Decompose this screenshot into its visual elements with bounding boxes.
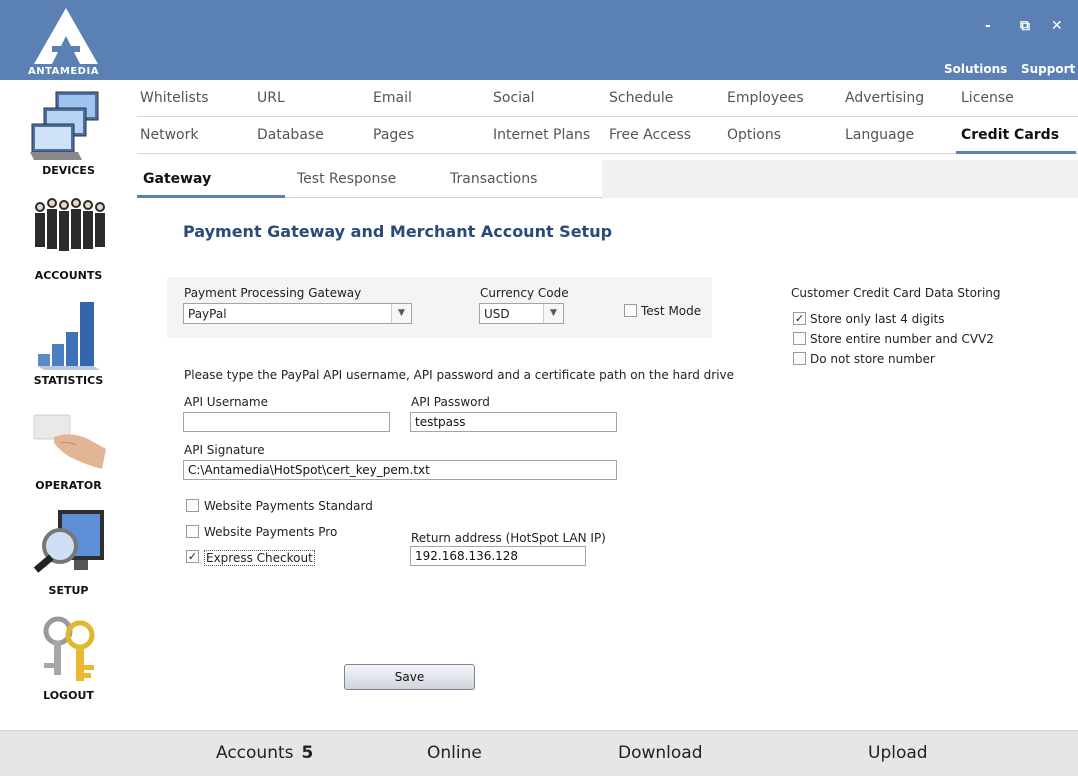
test-mode-checkbox[interactable] xyxy=(624,304,637,317)
menu-item-license[interactable]: License xyxy=(961,90,1014,106)
sidebar-item-label: SETUP xyxy=(48,584,89,597)
tab-test-response[interactable]: Test Response xyxy=(297,171,396,187)
menu-item-whitelists[interactable]: Whitelists xyxy=(140,90,209,106)
website-payments-pro-checkbox[interactable] xyxy=(186,525,199,538)
sidebar-item-devices[interactable]: DEVICES xyxy=(0,80,137,185)
store-entire-checkbox[interactable] xyxy=(793,332,806,345)
api-password-input[interactable] xyxy=(410,412,617,432)
website-payments-standard-checkbox[interactable] xyxy=(186,499,199,512)
upload-status: Upload xyxy=(868,743,928,763)
sidebar-item-label: OPERATOR xyxy=(35,479,102,492)
download-status: Download xyxy=(618,743,703,763)
sidebar-item-statistics[interactable]: STATISTICS xyxy=(0,290,137,395)
api-password-label: API Password xyxy=(411,395,490,409)
app-window: ANTAMEDIA - ⧉ ✕ Solutions Support DEVICE… xyxy=(0,0,1078,776)
active-menu-indicator xyxy=(956,151,1076,154)
express-checkout-label: Express Checkout xyxy=(204,550,315,566)
store-last4-label: Store only last 4 digits xyxy=(810,312,945,326)
menu-item-free-access[interactable]: Free Access xyxy=(609,127,691,143)
website-payments-standard-label: Website Payments Standard xyxy=(204,499,373,513)
menu-item-advertising[interactable]: Advertising xyxy=(845,90,924,106)
chevron-down-icon: ▼ xyxy=(543,304,563,323)
people-icon xyxy=(35,198,105,251)
monitor-magnifier-icon xyxy=(33,510,104,573)
store-entire-label: Store entire number and CVV2 xyxy=(810,332,994,346)
restore-button[interactable]: ⧉ xyxy=(1020,18,1030,34)
chevron-down-icon: ▼ xyxy=(391,304,411,323)
menu-item-options[interactable]: Options xyxy=(727,127,781,143)
api-signature-label: API Signature xyxy=(184,443,265,457)
menu-item-database[interactable]: Database xyxy=(257,127,324,143)
menu-item-employees[interactable]: Employees xyxy=(727,90,804,106)
hand-card-icon xyxy=(33,414,106,469)
return-address-input[interactable] xyxy=(410,546,586,566)
subtab-strip: Gateway Test Response Transactions xyxy=(137,160,602,198)
menu-item-url[interactable]: URL xyxy=(257,90,285,106)
tab-gateway[interactable]: Gateway xyxy=(143,171,211,187)
active-tab-indicator xyxy=(137,195,285,198)
menu-item-network[interactable]: Network xyxy=(140,127,198,143)
store-none-checkbox[interactable] xyxy=(793,352,806,365)
currency-select-value: USD xyxy=(484,307,510,321)
antamedia-logo-icon xyxy=(34,8,98,64)
tab-transactions[interactable]: Transactions xyxy=(450,171,537,187)
logo-text: ANTAMEDIA xyxy=(28,66,99,77)
api-username-label: API Username xyxy=(184,395,268,409)
page-title: Payment Gateway and Merchant Account Set… xyxy=(183,222,613,241)
computers-icon xyxy=(30,91,99,160)
menu-item-email[interactable]: Email xyxy=(373,90,412,106)
menu-row-2: Network Database Pages Internet Plans Fr… xyxy=(137,117,1078,154)
menu-item-language[interactable]: Language xyxy=(845,127,914,143)
sidebar-item-setup[interactable]: SETUP xyxy=(0,500,137,605)
close-button[interactable]: ✕ xyxy=(1051,18,1063,34)
sidebar-item-label: STATISTICS xyxy=(33,374,104,387)
title-bar: ANTAMEDIA - ⧉ ✕ Solutions Support xyxy=(0,0,1078,80)
accounts-status-label: Accounts xyxy=(216,743,294,763)
menu-row-1: Whitelists URL Email Social Schedule Emp… xyxy=(137,80,1078,117)
sidebar: DEVICES ACCOUNTS STATISTICS OPERATOR SET… xyxy=(0,80,137,730)
menu-item-social[interactable]: Social xyxy=(493,90,535,106)
solutions-link[interactable]: Solutions xyxy=(944,62,1007,76)
menu-item-schedule[interactable]: Schedule xyxy=(609,90,673,106)
sidebar-item-label: LOGOUT xyxy=(43,689,94,702)
online-status: Online xyxy=(427,743,482,763)
store-last4-checkbox[interactable]: ✓ xyxy=(793,312,806,325)
gateway-select[interactable]: PayPal ▼ xyxy=(183,303,412,324)
minimize-button[interactable]: - xyxy=(985,18,991,34)
instructions-text: Please type the PayPal API username, API… xyxy=(184,368,735,382)
gateway-select-value: PayPal xyxy=(188,307,227,321)
store-none-label: Do not store number xyxy=(810,352,935,366)
currency-select[interactable]: USD ▼ xyxy=(479,303,564,324)
gateway-label: Payment Processing Gateway xyxy=(184,286,362,300)
subtab-bar: Gateway Test Response Transactions xyxy=(137,160,1078,198)
menu-item-pages[interactable]: Pages xyxy=(373,127,414,143)
save-button[interactable]: Save xyxy=(344,664,475,690)
sidebar-item-accounts[interactable]: ACCOUNTS xyxy=(0,185,137,290)
api-signature-input[interactable] xyxy=(183,460,617,480)
currency-label: Currency Code xyxy=(480,286,569,300)
return-address-label: Return address (HotSpot LAN IP) xyxy=(411,531,606,545)
menu-item-credit-cards[interactable]: Credit Cards xyxy=(961,127,1059,143)
bar-chart-icon xyxy=(38,302,100,370)
website-payments-pro-label: Website Payments Pro xyxy=(204,525,338,539)
test-mode-label: Test Mode xyxy=(641,304,702,318)
storing-title: Customer Credit Card Data Storing xyxy=(791,286,1001,300)
api-username-input[interactable] xyxy=(183,412,390,432)
express-checkout-checkbox[interactable]: ✓ xyxy=(186,550,199,563)
sidebar-item-label: DEVICES xyxy=(42,164,95,177)
sidebar-item-logout[interactable]: LOGOUT xyxy=(0,605,137,710)
keys-icon xyxy=(43,616,95,681)
sidebar-item-operator[interactable]: OPERATOR xyxy=(0,395,137,500)
accounts-count: 5 xyxy=(301,743,314,763)
status-bar: Accounts 5 Online Download Upload xyxy=(0,730,1078,776)
menu-item-internet-plans[interactable]: Internet Plans xyxy=(493,127,590,143)
support-link[interactable]: Support xyxy=(1021,62,1075,76)
sidebar-item-label: ACCOUNTS xyxy=(34,269,103,282)
accounts-status: Accounts 5 xyxy=(216,743,313,763)
